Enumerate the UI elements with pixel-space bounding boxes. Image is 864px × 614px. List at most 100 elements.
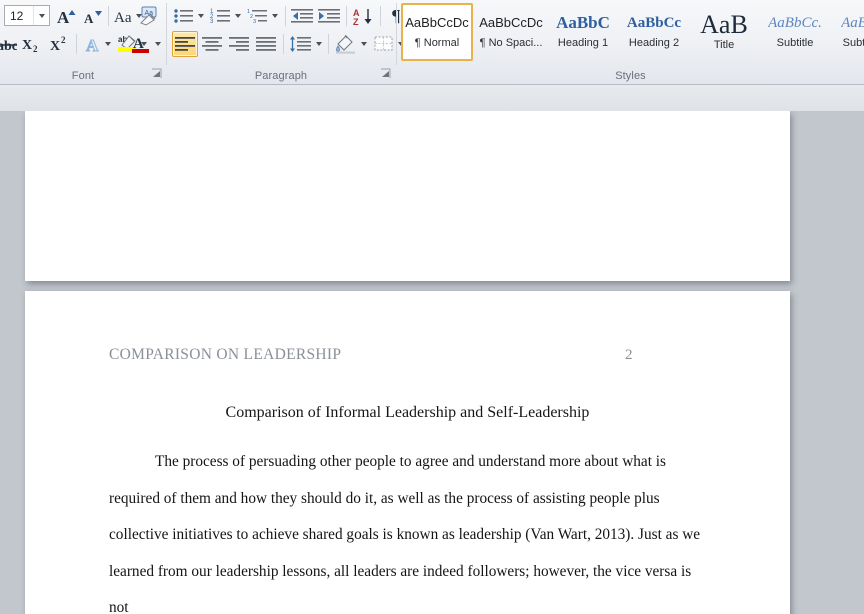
group-label-paragraph: Paragraph bbox=[254, 70, 308, 82]
svg-text:X: X bbox=[22, 38, 32, 53]
align-center-button[interactable] bbox=[199, 31, 225, 57]
grow-font-button[interactable]: A bbox=[54, 3, 80, 29]
svg-text:Z: Z bbox=[353, 17, 359, 26]
bullets-icon bbox=[174, 9, 193, 23]
svg-text:Aa: Aa bbox=[114, 10, 132, 26]
ribbon: 12 A A Aa Aa abc X 2 X 2 A ab A Font 1 2… bbox=[0, 0, 864, 85]
shading-button[interactable] bbox=[333, 31, 359, 57]
align-center-icon bbox=[202, 37, 222, 51]
document-title: Comparison of Informal Leadership and Se… bbox=[225, 404, 590, 421]
align-left-icon bbox=[175, 37, 195, 51]
style-sample: AaBbCcDc bbox=[405, 15, 469, 30]
bullets-dropdown[interactable] bbox=[195, 3, 207, 29]
clear-formatting-button[interactable]: Aa bbox=[137, 3, 165, 29]
page-current[interactable]: COMPARISON ON LEADERSHIP 2 Comparison of… bbox=[25, 291, 790, 614]
text-effects-dropdown[interactable] bbox=[102, 31, 114, 57]
borders-button[interactable] bbox=[372, 31, 396, 57]
font-size-dropdown-arrow[interactable] bbox=[33, 6, 49, 25]
font-dialog-launcher[interactable] bbox=[151, 68, 163, 80]
style-name: Subt bbox=[842, 37, 864, 49]
ribbon-group-paragraph: 1 2 3 1 2 3 A Z Paragraph bbox=[167, 0, 404, 84]
multilevel-list-button[interactable]: 1 2 3 bbox=[246, 3, 270, 29]
paragraph-row2-sep-1 bbox=[283, 34, 284, 54]
decrease-indent-icon bbox=[291, 9, 313, 23]
shading-icon bbox=[336, 35, 355, 54]
group-label-font: Font bbox=[71, 70, 95, 82]
numbering-button[interactable]: 1 2 3 bbox=[209, 3, 233, 29]
font-color-button[interactable]: A bbox=[129, 31, 153, 57]
paragraph-row1-sep-3 bbox=[380, 6, 381, 26]
svg-text:X: X bbox=[50, 39, 60, 54]
paragraph-row1-sep-1 bbox=[285, 6, 286, 26]
line-spacing-icon bbox=[290, 36, 311, 52]
decrease-indent-button[interactable] bbox=[290, 3, 316, 29]
shading-dropdown[interactable] bbox=[358, 31, 370, 57]
dialog-launcher-icon bbox=[381, 68, 391, 78]
subscript-button[interactable]: X 2 bbox=[19, 31, 45, 57]
shrink-font-icon: A bbox=[84, 11, 102, 26]
style-item-subtle-emphasis[interactable]: AaB Subt bbox=[833, 3, 864, 61]
multilevel-list-icon: 1 2 3 bbox=[247, 9, 267, 25]
document-paragraph[interactable]: The process of persuading other people t… bbox=[109, 444, 709, 614]
superscript-icon: X 2 bbox=[50, 35, 66, 54]
paragraph-row1-sep-2 bbox=[346, 6, 347, 26]
svg-text:2: 2 bbox=[33, 44, 38, 54]
document-canvas[interactable]: COMPARISON ON LEADERSHIP 2 Comparison of… bbox=[0, 111, 864, 614]
justify-button[interactable] bbox=[253, 31, 279, 57]
style-name: Heading 2 bbox=[628, 37, 680, 49]
page-number: 2 bbox=[625, 347, 633, 363]
align-left-button[interactable] bbox=[172, 31, 198, 57]
strikethrough-icon: abc bbox=[0, 39, 17, 54]
svg-text:3: 3 bbox=[210, 19, 214, 25]
multilevel-list-dropdown[interactable] bbox=[269, 3, 281, 29]
style-item-normal[interactable]: AaBbCcDc ¶ Normal bbox=[401, 3, 473, 61]
borders-icon bbox=[374, 36, 393, 51]
font-row1-separator bbox=[108, 6, 109, 26]
increase-indent-icon bbox=[318, 9, 340, 23]
style-sample: AaB bbox=[700, 12, 748, 38]
increase-indent-button[interactable] bbox=[317, 3, 343, 29]
style-name: ¶ No Spaci... bbox=[479, 37, 543, 49]
style-sample: AaBbCc. bbox=[768, 15, 822, 31]
word-document-window: 12 A A Aa Aa abc X 2 X 2 A ab A Font 1 2… bbox=[0, 0, 864, 614]
style-item-heading-1[interactable]: AaBbC Heading 1 bbox=[549, 3, 617, 61]
numbering-icon: 1 2 3 bbox=[210, 9, 230, 25]
style-sample: AaBbC bbox=[556, 14, 610, 32]
line-spacing-button[interactable] bbox=[288, 31, 314, 57]
grow-font-icon: A bbox=[57, 8, 76, 26]
font-row2-separator bbox=[76, 34, 77, 54]
text-effects-icon: A bbox=[86, 36, 100, 55]
paragraph-row2-sep-2 bbox=[328, 34, 329, 54]
justify-icon bbox=[256, 37, 276, 51]
style-name: Title bbox=[713, 39, 735, 51]
style-item-title[interactable]: AaB Title bbox=[691, 3, 757, 61]
document-header: COMPARISON ON LEADERSHIP bbox=[109, 346, 342, 363]
page-previous[interactable] bbox=[25, 111, 790, 281]
line-spacing-dropdown[interactable] bbox=[313, 31, 325, 57]
paragraph-line-2: required of them and how they should do … bbox=[109, 489, 660, 507]
ruler-band: 123456 bbox=[0, 85, 864, 198]
superscript-button[interactable]: X 2 bbox=[47, 31, 73, 57]
strikethrough-button[interactable]: abc bbox=[0, 31, 18, 57]
bullets-button[interactable] bbox=[172, 3, 196, 29]
numbering-dropdown[interactable] bbox=[232, 3, 244, 29]
paragraph-dialog-launcher[interactable] bbox=[380, 68, 392, 80]
paragraph-line-3: collective initiatives to achieve shared… bbox=[109, 526, 701, 543]
group-label-styles: Styles bbox=[615, 70, 646, 82]
style-item-subtitle[interactable]: AaBbCc. Subtitle bbox=[759, 3, 831, 61]
style-name: ¶ Normal bbox=[414, 37, 460, 49]
sort-button[interactable]: A Z bbox=[351, 3, 377, 29]
ribbon-group-styles: AaBbCcDc ¶ Normal AaBbCcDc ¶ No Spaci...… bbox=[397, 0, 864, 84]
paragraph-line-4: learned from our leadership lessons, all… bbox=[109, 562, 692, 614]
svg-text:2: 2 bbox=[61, 35, 66, 45]
font-color-dropdown[interactable] bbox=[152, 31, 164, 57]
style-sample: AaBbCcDc bbox=[479, 15, 543, 30]
align-right-button[interactable] bbox=[226, 31, 252, 57]
paragraph-line-1: The process of persuading other people t… bbox=[155, 453, 667, 470]
style-item-no-spacing[interactable]: AaBbCcDc ¶ No Spaci... bbox=[475, 3, 547, 61]
dialog-launcher-icon bbox=[152, 68, 162, 78]
shrink-font-button[interactable]: A bbox=[81, 3, 105, 29]
style-item-heading-2[interactable]: AaBbCc Heading 2 bbox=[619, 3, 689, 61]
font-size-input[interactable]: 12 bbox=[4, 5, 50, 26]
text-effects-button[interactable]: A bbox=[82, 31, 104, 57]
